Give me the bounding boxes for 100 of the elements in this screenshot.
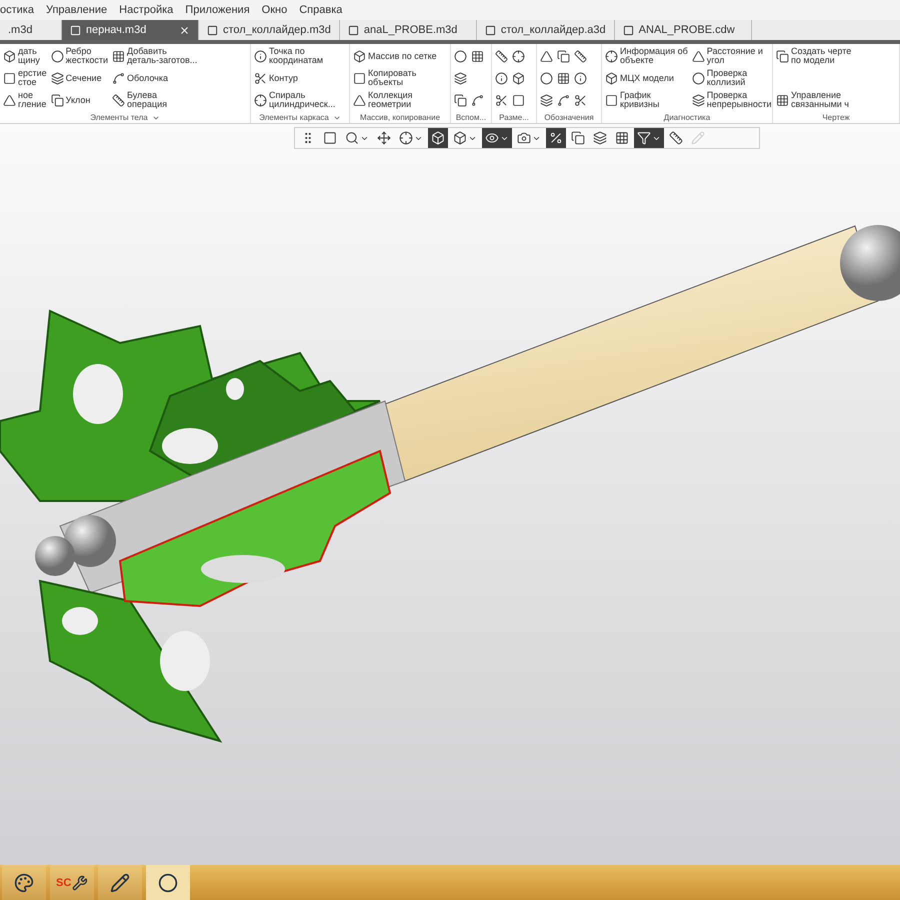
ribbon-command[interactable]: График кривизны <box>605 90 688 110</box>
circle-icon <box>692 72 705 84</box>
taskbar-button[interactable] <box>146 865 190 900</box>
circle-icon <box>454 50 467 62</box>
copy-icon <box>50 94 64 106</box>
ribbon-command[interactable]: дать щину <box>3 46 47 66</box>
ribbon-command[interactable]: Ребро жесткости <box>50 46 108 66</box>
scissors-icon <box>574 94 587 106</box>
scissors-icon <box>254 72 267 84</box>
document-tab[interactable]: ANAL_PROBE.cdw <box>614 20 752 40</box>
group-label: Обозначения <box>544 113 594 122</box>
grid-icon <box>615 131 629 145</box>
ruler-icon <box>574 50 587 62</box>
ribbon-command[interactable]: Проверка непрерывности <box>692 90 772 110</box>
group-label: Элементы тела <box>90 113 148 122</box>
cube-icon <box>431 131 445 145</box>
menu-item[interactable]: Справка <box>299 4 342 16</box>
crosshair-icon <box>254 94 267 106</box>
info-icon <box>574 72 587 84</box>
ribbon-command[interactable]: Уклон <box>50 90 108 110</box>
ribbon-command[interactable]: МЦХ модели <box>605 68 688 88</box>
menu-item[interactable]: остика <box>0 4 34 16</box>
square-icon <box>512 94 525 106</box>
layers-icon <box>540 94 553 106</box>
layers-icon <box>593 131 607 145</box>
ribbon-command[interactable]: Копировать объекты <box>353 68 437 88</box>
group-label: Элементы каркаса <box>259 113 329 122</box>
group-label: Разме... <box>499 113 529 122</box>
crosshair-icon <box>605 50 618 62</box>
ribbon-command[interactable]: ное гление <box>3 90 47 110</box>
layers-icon <box>454 72 467 84</box>
move-icon <box>377 131 391 145</box>
group-label: Диагностика <box>664 113 710 122</box>
group-label: Чертеж <box>822 113 850 122</box>
ribbon-command[interactable]: Булева операция <box>112 90 198 110</box>
ribbon-command[interactable]: Сечение <box>50 68 108 88</box>
toolbar-button[interactable] <box>482 128 512 148</box>
cube-icon <box>353 50 366 62</box>
curve-icon <box>471 94 484 106</box>
ribbon-command[interactable]: Расстояние и угол <box>692 46 772 66</box>
cube-icon <box>512 72 525 84</box>
curve-icon <box>557 94 570 106</box>
triangle-icon <box>540 50 553 62</box>
circle-icon <box>540 72 553 84</box>
ribbon-command[interactable]: Информация об объекте <box>605 46 688 66</box>
document-tab[interactable]: пернач.m3d <box>62 20 199 40</box>
layers-icon <box>692 94 705 106</box>
palette-icon <box>14 872 34 892</box>
ribbon-command[interactable]: Спираль цилиндрическ... <box>254 90 336 110</box>
ribbon-command[interactable]: Управление связанными ч <box>776 90 852 110</box>
info-icon <box>254 50 267 62</box>
wireframe-cube-icon <box>453 131 467 145</box>
toolbar-button[interactable] <box>428 128 448 148</box>
toolbar-button[interactable] <box>634 128 664 148</box>
ruler-icon <box>669 131 683 145</box>
triangle-icon <box>692 50 705 62</box>
grid-icon <box>557 72 570 84</box>
triangle-icon <box>3 94 16 106</box>
copy-icon <box>776 50 789 62</box>
menu-item[interactable]: Управление <box>46 4 108 16</box>
copy-icon <box>454 94 467 106</box>
ribbon-command[interactable]: Создать черте по модели <box>776 46 852 66</box>
info-icon <box>495 72 508 84</box>
eye-icon <box>485 131 499 145</box>
square-icon <box>353 72 366 84</box>
layers-icon <box>50 72 64 84</box>
filter-icon <box>637 131 651 145</box>
ruler-icon <box>112 94 126 106</box>
app-label: SC <box>56 876 72 888</box>
copy-icon <box>557 50 570 62</box>
close-icon[interactable] <box>179 24 190 36</box>
ribbon-command[interactable]: Добавить деталь-заготов... <box>112 46 198 66</box>
ribbon-command[interactable]: Коллекция геометрии <box>353 90 437 110</box>
grid-icon <box>112 50 126 62</box>
taskbar-button[interactable] <box>98 865 142 900</box>
ruler-icon <box>495 50 508 62</box>
copy-icon <box>571 131 585 145</box>
square-icon <box>605 94 618 106</box>
cube-icon <box>605 72 618 84</box>
pen-icon <box>110 872 130 892</box>
ribbon-command[interactable]: Проверка коллизий <box>692 68 772 88</box>
menu-item[interactable]: Окно <box>262 4 288 16</box>
triangle-icon <box>353 94 366 106</box>
circle-icon <box>158 872 178 892</box>
grid-icon <box>776 94 789 106</box>
pencil-icon <box>691 131 705 145</box>
ribbon-command[interactable]: Оболочка <box>112 68 198 88</box>
taskbar-button[interactable] <box>2 865 46 900</box>
square-icon <box>3 72 16 84</box>
ribbon-command[interactable]: Массив по сетке <box>353 46 437 66</box>
scissors-icon <box>495 94 508 106</box>
percent-icon <box>549 131 563 145</box>
menu-item[interactable]: Приложения <box>185 4 250 16</box>
toolbar-button[interactable] <box>546 128 566 148</box>
ribbon-command[interactable]: ерстие стое <box>3 68 47 88</box>
camera-icon <box>517 131 531 145</box>
curve-icon <box>112 72 126 84</box>
ribbon-command[interactable]: Контур <box>254 68 336 88</box>
ribbon-command[interactable]: Точка по координатам <box>254 46 336 66</box>
menu-item[interactable]: Настройка <box>119 4 174 16</box>
